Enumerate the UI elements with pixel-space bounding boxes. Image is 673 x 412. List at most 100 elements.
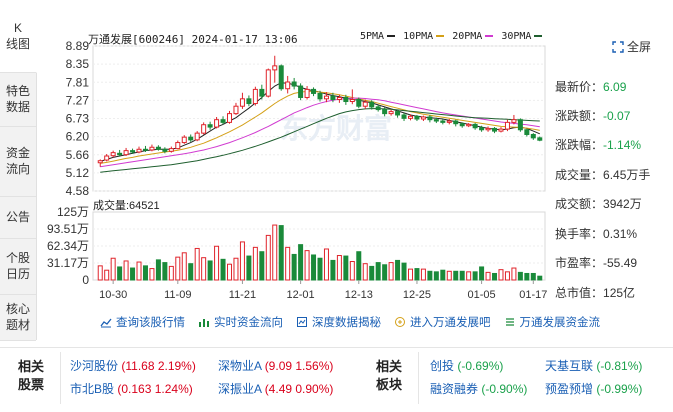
stat-value: 3942万 bbox=[603, 197, 642, 211]
related-name[interactable]: 市北B股 bbox=[70, 382, 114, 396]
related-item[interactable]: 融资融券 (-0.90%) bbox=[430, 380, 527, 397]
stat-label: 换手率： bbox=[555, 227, 604, 241]
candle-body bbox=[343, 96, 349, 103]
related-item[interactable]: 深物业A (9.09 1.56%) bbox=[218, 357, 333, 374]
volume-bar bbox=[130, 267, 136, 281]
kline-chart[interactable]: 8.89 8.35 7.81 7.27 6.73 6.20 5.66 5.12 4.58 东方财富… bbox=[36, 40, 596, 345]
related-item[interactable]: 深振业A (4.49 0.90%) bbox=[218, 380, 333, 397]
volume-bar bbox=[285, 246, 291, 281]
price-tick-label: 8.89 bbox=[66, 40, 90, 53]
candle-body bbox=[336, 96, 342, 100]
x-tick-label: 12-01 bbox=[287, 289, 315, 301]
candle-body bbox=[136, 148, 142, 153]
candle-body bbox=[162, 148, 168, 152]
link-3[interactable]: 进入万通发展吧 bbox=[394, 314, 491, 330]
volume-bar bbox=[517, 271, 523, 281]
volume-bar bbox=[492, 272, 498, 281]
stat-label: 涨跌幅： bbox=[555, 138, 604, 152]
stat-value: 125亿 bbox=[603, 286, 636, 300]
volume-bar bbox=[142, 265, 148, 281]
candle-body bbox=[291, 81, 297, 87]
stat-value: 6.45万手 bbox=[603, 168, 651, 182]
quick-links: 查询该股行情 实时资金流向 深度数据揭秘 进入万通发展吧 万通发展资金流 bbox=[100, 314, 600, 330]
tab-5[interactable]: 核心 题材 bbox=[0, 294, 36, 341]
candle-body bbox=[472, 123, 478, 129]
link-0[interactable]: 查询该股行情 bbox=[100, 314, 185, 330]
candle-body bbox=[466, 123, 472, 127]
tab-4[interactable]: 个股 日历 bbox=[0, 238, 36, 295]
link-label: 进入万通发展吧 bbox=[410, 317, 491, 329]
related-change: (-0.69%) bbox=[457, 359, 504, 373]
tab-0[interactable]: K 线图 bbox=[0, 0, 37, 73]
related-name[interactable]: 深振业A bbox=[218, 382, 261, 396]
candle-body bbox=[285, 81, 291, 90]
volume-bar bbox=[272, 224, 278, 281]
price-tick-label: 7.81 bbox=[66, 75, 90, 89]
x-tick-label: 10-30 bbox=[99, 289, 127, 301]
related-name[interactable]: 创投 bbox=[430, 359, 454, 373]
related-item[interactable]: 预盈预增 (-0.99%) bbox=[545, 380, 642, 397]
volume-bar bbox=[336, 255, 342, 281]
related-name[interactable]: 沙河股份 bbox=[70, 359, 118, 373]
candle-body bbox=[388, 111, 394, 115]
link-label: 深度数据揭秘 bbox=[312, 317, 381, 329]
volume-bar bbox=[420, 268, 426, 281]
candle-body bbox=[149, 146, 155, 151]
related-name[interactable]: 天基互联 bbox=[545, 359, 593, 373]
volume-bar bbox=[220, 258, 226, 281]
tab-3[interactable]: 公告 bbox=[0, 196, 36, 239]
volume-bar bbox=[181, 252, 187, 281]
candle-body bbox=[349, 98, 355, 103]
candle-body bbox=[420, 116, 426, 120]
volume-bar bbox=[459, 270, 465, 281]
related-change: (0.163 1.24%) bbox=[117, 382, 193, 396]
volume-bar bbox=[175, 256, 181, 281]
related-name[interactable]: 融资融券 bbox=[430, 382, 478, 396]
link-2[interactable]: 深度数据揭秘 bbox=[296, 314, 381, 330]
volume-bar bbox=[414, 268, 420, 281]
candle-body bbox=[259, 88, 265, 97]
x-tick-label: 12-13 bbox=[345, 289, 373, 301]
volume-bar bbox=[433, 271, 439, 281]
candle-body bbox=[446, 120, 452, 123]
related-name[interactable]: 预盈预增 bbox=[545, 382, 593, 396]
related-item[interactable]: 天基互联 (-0.81%) bbox=[545, 357, 642, 374]
link-4[interactable]: 万通发展资金流 bbox=[504, 314, 600, 330]
candle-body bbox=[117, 152, 123, 156]
link-1[interactable]: 实时资金流向 bbox=[198, 314, 283, 330]
related-sectors-title: 相关 板块 bbox=[375, 359, 402, 392]
candle-body bbox=[369, 101, 375, 108]
related-item[interactable]: 创投 (-0.69%) bbox=[430, 357, 503, 374]
related-item[interactable]: 市北B股 (0.163 1.24%) bbox=[70, 380, 193, 397]
volume-bar bbox=[291, 253, 297, 281]
related-change: (11.68 2.19%) bbox=[121, 359, 196, 373]
stat-row: 涨跌幅：-1.14% bbox=[555, 136, 641, 153]
volume-bar bbox=[401, 262, 407, 281]
related-section: 相关 股票 相关 板块 沙河股份 (11.68 2.19%) 深物业A (9.09 1… bbox=[0, 347, 673, 412]
candle-body bbox=[201, 124, 207, 134]
stat-row: 换手率：0.31% bbox=[555, 225, 637, 242]
related-stocks-title: 相关 股票 bbox=[17, 359, 44, 392]
price-tick-label: 5.12 bbox=[66, 166, 90, 180]
candle-body bbox=[504, 121, 510, 130]
volume-bar bbox=[498, 269, 504, 281]
data-icon bbox=[297, 317, 307, 327]
volume-bar bbox=[323, 248, 329, 281]
volume-bar bbox=[259, 251, 265, 281]
volume-bar bbox=[97, 265, 103, 281]
candle-body bbox=[537, 137, 543, 141]
fullscreen-button[interactable]: 全屏 bbox=[612, 38, 651, 55]
tab-2[interactable]: 资金 流向 bbox=[0, 126, 36, 197]
candle-body bbox=[414, 115, 420, 120]
volume-tick-label: 0 bbox=[82, 273, 89, 287]
related-name[interactable]: 深物业A bbox=[218, 359, 261, 373]
volume-bar bbox=[349, 261, 355, 281]
volume-bar bbox=[298, 244, 304, 281]
candle-body bbox=[194, 132, 200, 141]
tab-1[interactable]: 特色 数据 bbox=[0, 72, 36, 127]
volume-label: 成交量:64521 bbox=[93, 198, 160, 212]
related-item[interactable]: 沙河股份 (11.68 2.19%) bbox=[70, 357, 196, 374]
volume-bar bbox=[356, 251, 362, 281]
volume-bar bbox=[117, 266, 123, 281]
candle-body bbox=[453, 120, 459, 125]
